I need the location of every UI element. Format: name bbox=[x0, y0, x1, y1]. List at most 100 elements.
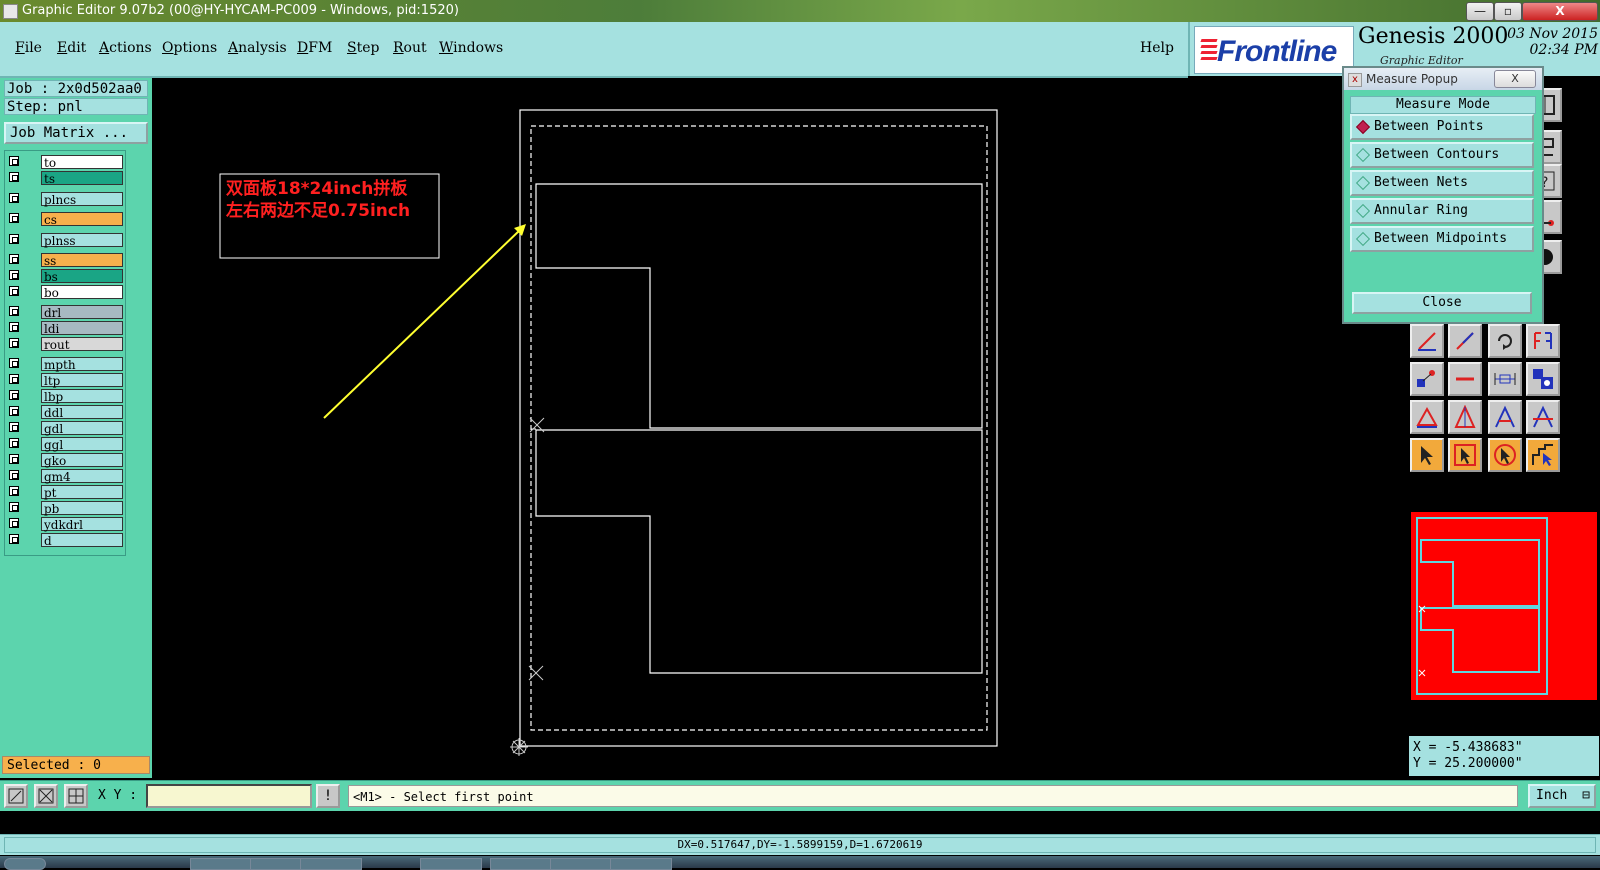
layer-name[interactable]: gm4 bbox=[41, 469, 123, 484]
menu-dfm[interactable]: DFM bbox=[297, 40, 332, 56]
layer-checkbox[interactable] bbox=[9, 518, 19, 528]
mode-between-midpoints[interactable]: Between Midpoints bbox=[1350, 226, 1534, 252]
layer-row[interactable]: ts bbox=[7, 171, 123, 186]
layer-row[interactable]: drl bbox=[7, 305, 123, 320]
layer-checkbox[interactable] bbox=[9, 406, 19, 416]
layer-row[interactable]: ydkdrl bbox=[7, 517, 123, 532]
menu-rout[interactable]: Rout bbox=[393, 40, 427, 56]
close-window-button[interactable]: X bbox=[1522, 2, 1598, 21]
layer-name[interactable]: plnss bbox=[41, 233, 123, 248]
layer-checkbox[interactable] bbox=[9, 286, 19, 296]
menu-step[interactable]: Step bbox=[347, 40, 379, 56]
layer-checkbox[interactable] bbox=[9, 213, 19, 223]
layer-row[interactable]: bo bbox=[7, 285, 123, 300]
layer-checkbox[interactable] bbox=[9, 306, 19, 316]
layer-name[interactable]: ts bbox=[41, 171, 123, 186]
unit-selector[interactable]: Inch ⊟ bbox=[1528, 784, 1596, 808]
layer-checkbox[interactable] bbox=[9, 374, 19, 384]
layer-checkbox[interactable] bbox=[9, 422, 19, 432]
taskbar-item[interactable] bbox=[300, 858, 362, 870]
measure-popup[interactable]: x Measure Popup X Measure Mode Between P… bbox=[1342, 66, 1544, 324]
layer-row[interactable]: d bbox=[7, 533, 123, 548]
triangle-pad-button[interactable] bbox=[1410, 400, 1444, 434]
layer-checkbox[interactable] bbox=[9, 193, 19, 203]
layer-name[interactable]: rout bbox=[41, 337, 123, 352]
popup-close-button[interactable]: Close bbox=[1352, 292, 1532, 314]
graphics-canvas[interactable]: 双面板18*24inch拼板 左右两边不足0.75inch bbox=[152, 78, 1408, 778]
menu-edit[interactable]: Edit bbox=[57, 40, 86, 56]
layer-checkbox[interactable] bbox=[9, 502, 19, 512]
arch-cross-button[interactable] bbox=[1526, 400, 1560, 434]
menu-windows[interactable]: Windows bbox=[439, 40, 503, 56]
select-box-button[interactable] bbox=[1448, 438, 1482, 472]
job-matrix-button[interactable]: Job Matrix ... bbox=[4, 122, 148, 144]
layer-name[interactable]: gdl bbox=[41, 421, 123, 436]
layer-checkbox[interactable] bbox=[9, 390, 19, 400]
layer-name[interactable]: ss bbox=[41, 253, 123, 268]
snap-pad-button[interactable] bbox=[1410, 362, 1444, 396]
select-arrow-button[interactable] bbox=[1410, 438, 1444, 472]
layer-name[interactable]: cs bbox=[41, 212, 123, 227]
zoom-fit-button[interactable] bbox=[4, 784, 28, 808]
start-button[interactable] bbox=[4, 858, 46, 870]
layer-checkbox[interactable] bbox=[9, 234, 19, 244]
info-button[interactable]: ! bbox=[316, 784, 340, 808]
rotate-button[interactable] bbox=[1488, 324, 1522, 358]
mode-between-points[interactable]: Between Points bbox=[1350, 114, 1534, 140]
layer-name[interactable]: ltp bbox=[41, 373, 123, 388]
measure-popup-title-bar[interactable]: x Measure Popup X bbox=[1344, 68, 1542, 90]
layer-name[interactable]: pt bbox=[41, 485, 123, 500]
layer-name[interactable]: gko bbox=[41, 453, 123, 468]
layer-row[interactable]: pb bbox=[7, 501, 123, 516]
layer-row[interactable]: mpth bbox=[7, 357, 123, 372]
menu-analysis[interactable]: Analysis bbox=[228, 40, 287, 56]
layer-checkbox[interactable] bbox=[9, 338, 19, 348]
taskbar-item[interactable] bbox=[490, 858, 552, 870]
select-step-button[interactable] bbox=[1526, 438, 1560, 472]
layer-row[interactable]: cs bbox=[7, 212, 123, 227]
layer-row[interactable]: ltp bbox=[7, 373, 123, 388]
popup-close-x-button[interactable]: X bbox=[1494, 70, 1536, 88]
layer-name[interactable]: pb bbox=[41, 501, 123, 516]
layer-row[interactable]: pt bbox=[7, 485, 123, 500]
layer-checkbox[interactable] bbox=[9, 254, 19, 264]
layer-name[interactable]: plncs bbox=[41, 192, 123, 207]
taskbar-item[interactable] bbox=[550, 858, 612, 870]
minimize-button[interactable]: — bbox=[1466, 2, 1494, 21]
layer-checkbox[interactable] bbox=[9, 534, 19, 544]
arch-button[interactable] bbox=[1488, 400, 1522, 434]
layer-row[interactable]: to bbox=[7, 155, 123, 170]
overview-minimap[interactable] bbox=[1409, 510, 1599, 702]
layer-name[interactable]: lbp bbox=[41, 389, 123, 404]
layer-row[interactable]: rout bbox=[7, 337, 123, 352]
window-title-bar[interactable]: x-icon Graphic Editor 9.07b2 (00@HY-HYCA… bbox=[0, 0, 1600, 22]
layer-checkbox[interactable] bbox=[9, 358, 19, 368]
mode-between-contours[interactable]: Between Contours bbox=[1350, 142, 1534, 168]
layer-row[interactable]: ddl bbox=[7, 405, 123, 420]
layer-checkbox[interactable] bbox=[9, 156, 19, 166]
layer-row[interactable]: ss bbox=[7, 253, 123, 268]
maximize-button[interactable]: ▫ bbox=[1494, 2, 1522, 21]
minus-button[interactable] bbox=[1448, 362, 1482, 396]
xy-input[interactable] bbox=[146, 784, 312, 808]
measure-width-button[interactable] bbox=[1488, 362, 1522, 396]
layer-name[interactable]: d bbox=[41, 533, 123, 548]
layer-checkbox[interactable] bbox=[9, 486, 19, 496]
layer-checkbox[interactable] bbox=[9, 470, 19, 480]
layer-checkbox[interactable] bbox=[9, 454, 19, 464]
layer-row[interactable]: plncs bbox=[7, 192, 123, 207]
taskbar-item[interactable] bbox=[610, 858, 672, 870]
layer-name[interactable]: bo bbox=[41, 285, 123, 300]
menu-options[interactable]: Options bbox=[162, 40, 217, 56]
layer-name[interactable]: bs bbox=[41, 269, 123, 284]
mode-annular-ring[interactable]: Annular Ring bbox=[1350, 198, 1534, 224]
move-objects-button[interactable] bbox=[1526, 362, 1560, 396]
layer-row[interactable]: ldi bbox=[7, 321, 123, 336]
mode-between-nets[interactable]: Between Nets bbox=[1350, 170, 1534, 196]
layer-row[interactable]: lbp bbox=[7, 389, 123, 404]
layer-name[interactable]: mpth bbox=[41, 357, 123, 372]
layer-name[interactable]: drl bbox=[41, 305, 123, 320]
layer-checkbox[interactable] bbox=[9, 270, 19, 280]
layer-checkbox[interactable] bbox=[9, 438, 19, 448]
taskbar-item[interactable] bbox=[420, 858, 482, 870]
